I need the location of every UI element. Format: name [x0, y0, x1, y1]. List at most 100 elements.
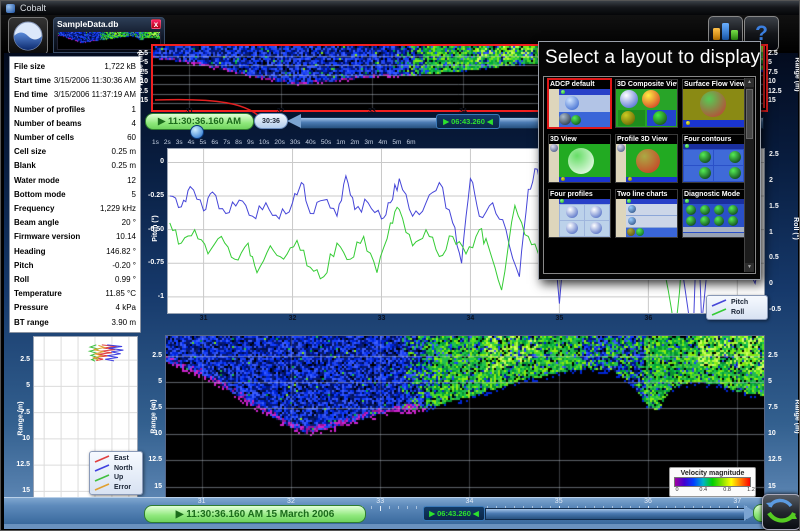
scale-tick-label: 20s: [274, 139, 284, 146]
loop-arrows-icon: [763, 495, 798, 527]
title-bar[interactable]: Cobalt: [1, 1, 800, 15]
tab-close-icon[interactable]: x: [151, 19, 161, 29]
time-handle-bubble[interactable]: 30:36: [254, 113, 288, 129]
legend-label: Up: [114, 473, 123, 483]
layout-option-view3d[interactable]: 3D View: [548, 134, 611, 183]
axis-tick-label: 2: [769, 177, 773, 184]
axis-tick-label: 2.5: [20, 356, 30, 363]
info-label: Number of cells: [14, 131, 74, 145]
colorbar-tick-label: 0: [676, 487, 679, 493]
axis-tick-label: 2.5: [769, 151, 779, 158]
axis-tick-label: 10: [768, 430, 776, 437]
axis-tick-label: 15: [140, 97, 148, 104]
info-value: 10.14: [116, 230, 136, 244]
axis-tick-label: 1.5: [769, 203, 779, 210]
scale-tick-label: 3s: [176, 139, 183, 146]
scale-tick-label: 2s: [164, 139, 171, 146]
axis-tick-label: 35: [555, 315, 563, 322]
info-row: Pitch-0.20 °: [14, 259, 136, 273]
axis-tick-label: 36: [644, 315, 652, 322]
bottom-timeline-bar[interactable]: [485, 508, 747, 520]
info-label: Number of profiles: [14, 103, 85, 117]
top-timeline-left-arrowhead: [287, 114, 301, 128]
popup-scrollbar[interactable]: ▲ ▼: [744, 78, 754, 272]
scale-tick-label: 7s: [223, 139, 230, 146]
legend-entry: East: [94, 454, 138, 464]
axis-tick-label: 5: [144, 59, 148, 66]
axis-tick-label: 7.5: [768, 404, 778, 411]
scroll-down-icon[interactable]: ▼: [745, 263, 754, 272]
layout-thumbnail: [683, 144, 744, 182]
info-value: 3/15/2006 11:37:19 AM: [54, 88, 136, 102]
colorbar-title: Velocity magnitude: [674, 470, 751, 477]
info-value: 3/15/2006 11:30:36 AM: [54, 74, 136, 88]
axis-tick-label: 2.5: [768, 50, 778, 57]
layout-thumbnail: [549, 144, 610, 182]
layout-option-twolines[interactable]: Two line charts: [615, 189, 678, 238]
axis-tick-label: 7.5: [152, 404, 162, 411]
info-row: End time 3/15/2006 11:37:19 AM: [14, 88, 136, 102]
layout-popup: Select a layout to display ADCP default 3…: [538, 41, 761, 280]
ruler-tick-label: 36: [644, 498, 652, 505]
info-value: 1,229 kHz: [100, 202, 136, 216]
layout-option-adcp[interactable]: ADCP default: [547, 78, 612, 129]
legend-label: North: [114, 464, 133, 474]
ruler-tick: [389, 506, 390, 509]
profile-legend: EastNorthUpError: [89, 451, 143, 495]
ruler-tick-label: 35: [555, 498, 563, 505]
info-label: Bottom mode: [14, 188, 66, 202]
scroll-up-icon[interactable]: ▲: [745, 78, 754, 87]
popup-title: Select a layout to display: [539, 42, 760, 72]
info-value: -0.20 °: [112, 259, 136, 273]
axis-tick-label: 12.5: [148, 456, 162, 463]
layout-list: ADCP default 3D Composite ViewSurface Flo…: [543, 76, 756, 274]
info-row: Start time3/15/2006 11:30:36 AM: [14, 74, 136, 88]
layout-option-label: Diagnostic Mode: [683, 190, 744, 199]
info-label: Frequency: [14, 202, 54, 216]
layout-option-composite[interactable]: 3D Composite View: [615, 79, 678, 128]
info-value: 4: [132, 117, 136, 131]
info-row: Beam angle20 °: [14, 216, 136, 230]
layout-thumbnail: [616, 199, 677, 237]
scale-tick-label: 1s: [152, 139, 159, 146]
layout-option-label: ADCP default: [549, 80, 610, 89]
cobalt-window: Cobalt SampleData.db x ? File size1,722: [0, 0, 800, 531]
info-label: Cell size: [14, 145, 46, 159]
bottom-start-time-pill[interactable]: ▶ 11:30:36.160 AM 15 March 2006: [144, 505, 366, 523]
info-row: Number of cells60: [14, 131, 136, 145]
ruler-tick: [398, 506, 399, 509]
layout-option-diagnostic[interactable]: Diagnostic Mode: [682, 189, 745, 238]
layout-option-profile3d[interactable]: Profile 3D View: [615, 134, 678, 183]
info-label: End time: [14, 88, 48, 102]
scrollbar-thumb[interactable]: [746, 89, 753, 139]
axis-tick-label: 7.5: [138, 69, 148, 76]
scale-slider-handle[interactable]: [190, 125, 204, 139]
ruler-tick: [407, 506, 408, 509]
layout-option-fourprofiles[interactable]: Four profiles: [548, 189, 611, 238]
info-row: Bottom mode5: [14, 188, 136, 202]
layout-option-surface[interactable]: Surface Flow View: [682, 79, 745, 128]
scale-tick-label: 5s: [200, 139, 207, 146]
scale-tick-label: 3m: [364, 139, 373, 146]
loop-playback-button[interactable]: [762, 494, 800, 530]
layout-option-label: Profile 3D View: [616, 135, 677, 144]
axis-tick-label: 12.5: [16, 461, 30, 468]
app-logo-button[interactable]: [8, 17, 48, 55]
axis-tick-label: 0: [160, 158, 164, 165]
legend-entry: Up: [94, 473, 138, 483]
top-duration-pill[interactable]: ▶ 06:43.260 ◀: [436, 114, 500, 129]
axis-tick-label: 7.5: [20, 409, 30, 416]
axis-tick-label: 34: [467, 315, 475, 322]
layout-thumbnail: [683, 89, 744, 127]
axis-tick-label: 15: [768, 97, 776, 104]
layout-option-fourcontours[interactable]: Four contours: [682, 134, 745, 183]
info-label: Temperature: [14, 287, 62, 301]
bottom-duration-pill[interactable]: ▶ 06:43.260 ◀: [423, 506, 485, 521]
legend-label: East: [114, 454, 129, 464]
colorbar-ticks: 00.40.81.2: [674, 487, 751, 494]
info-value: 12: [127, 174, 136, 188]
ruler-tick: [380, 506, 381, 511]
scale-tick-label: 6m: [406, 139, 415, 146]
info-row: Roll0.99 °: [14, 273, 136, 287]
axis-tick-label: -0.75: [148, 259, 164, 266]
